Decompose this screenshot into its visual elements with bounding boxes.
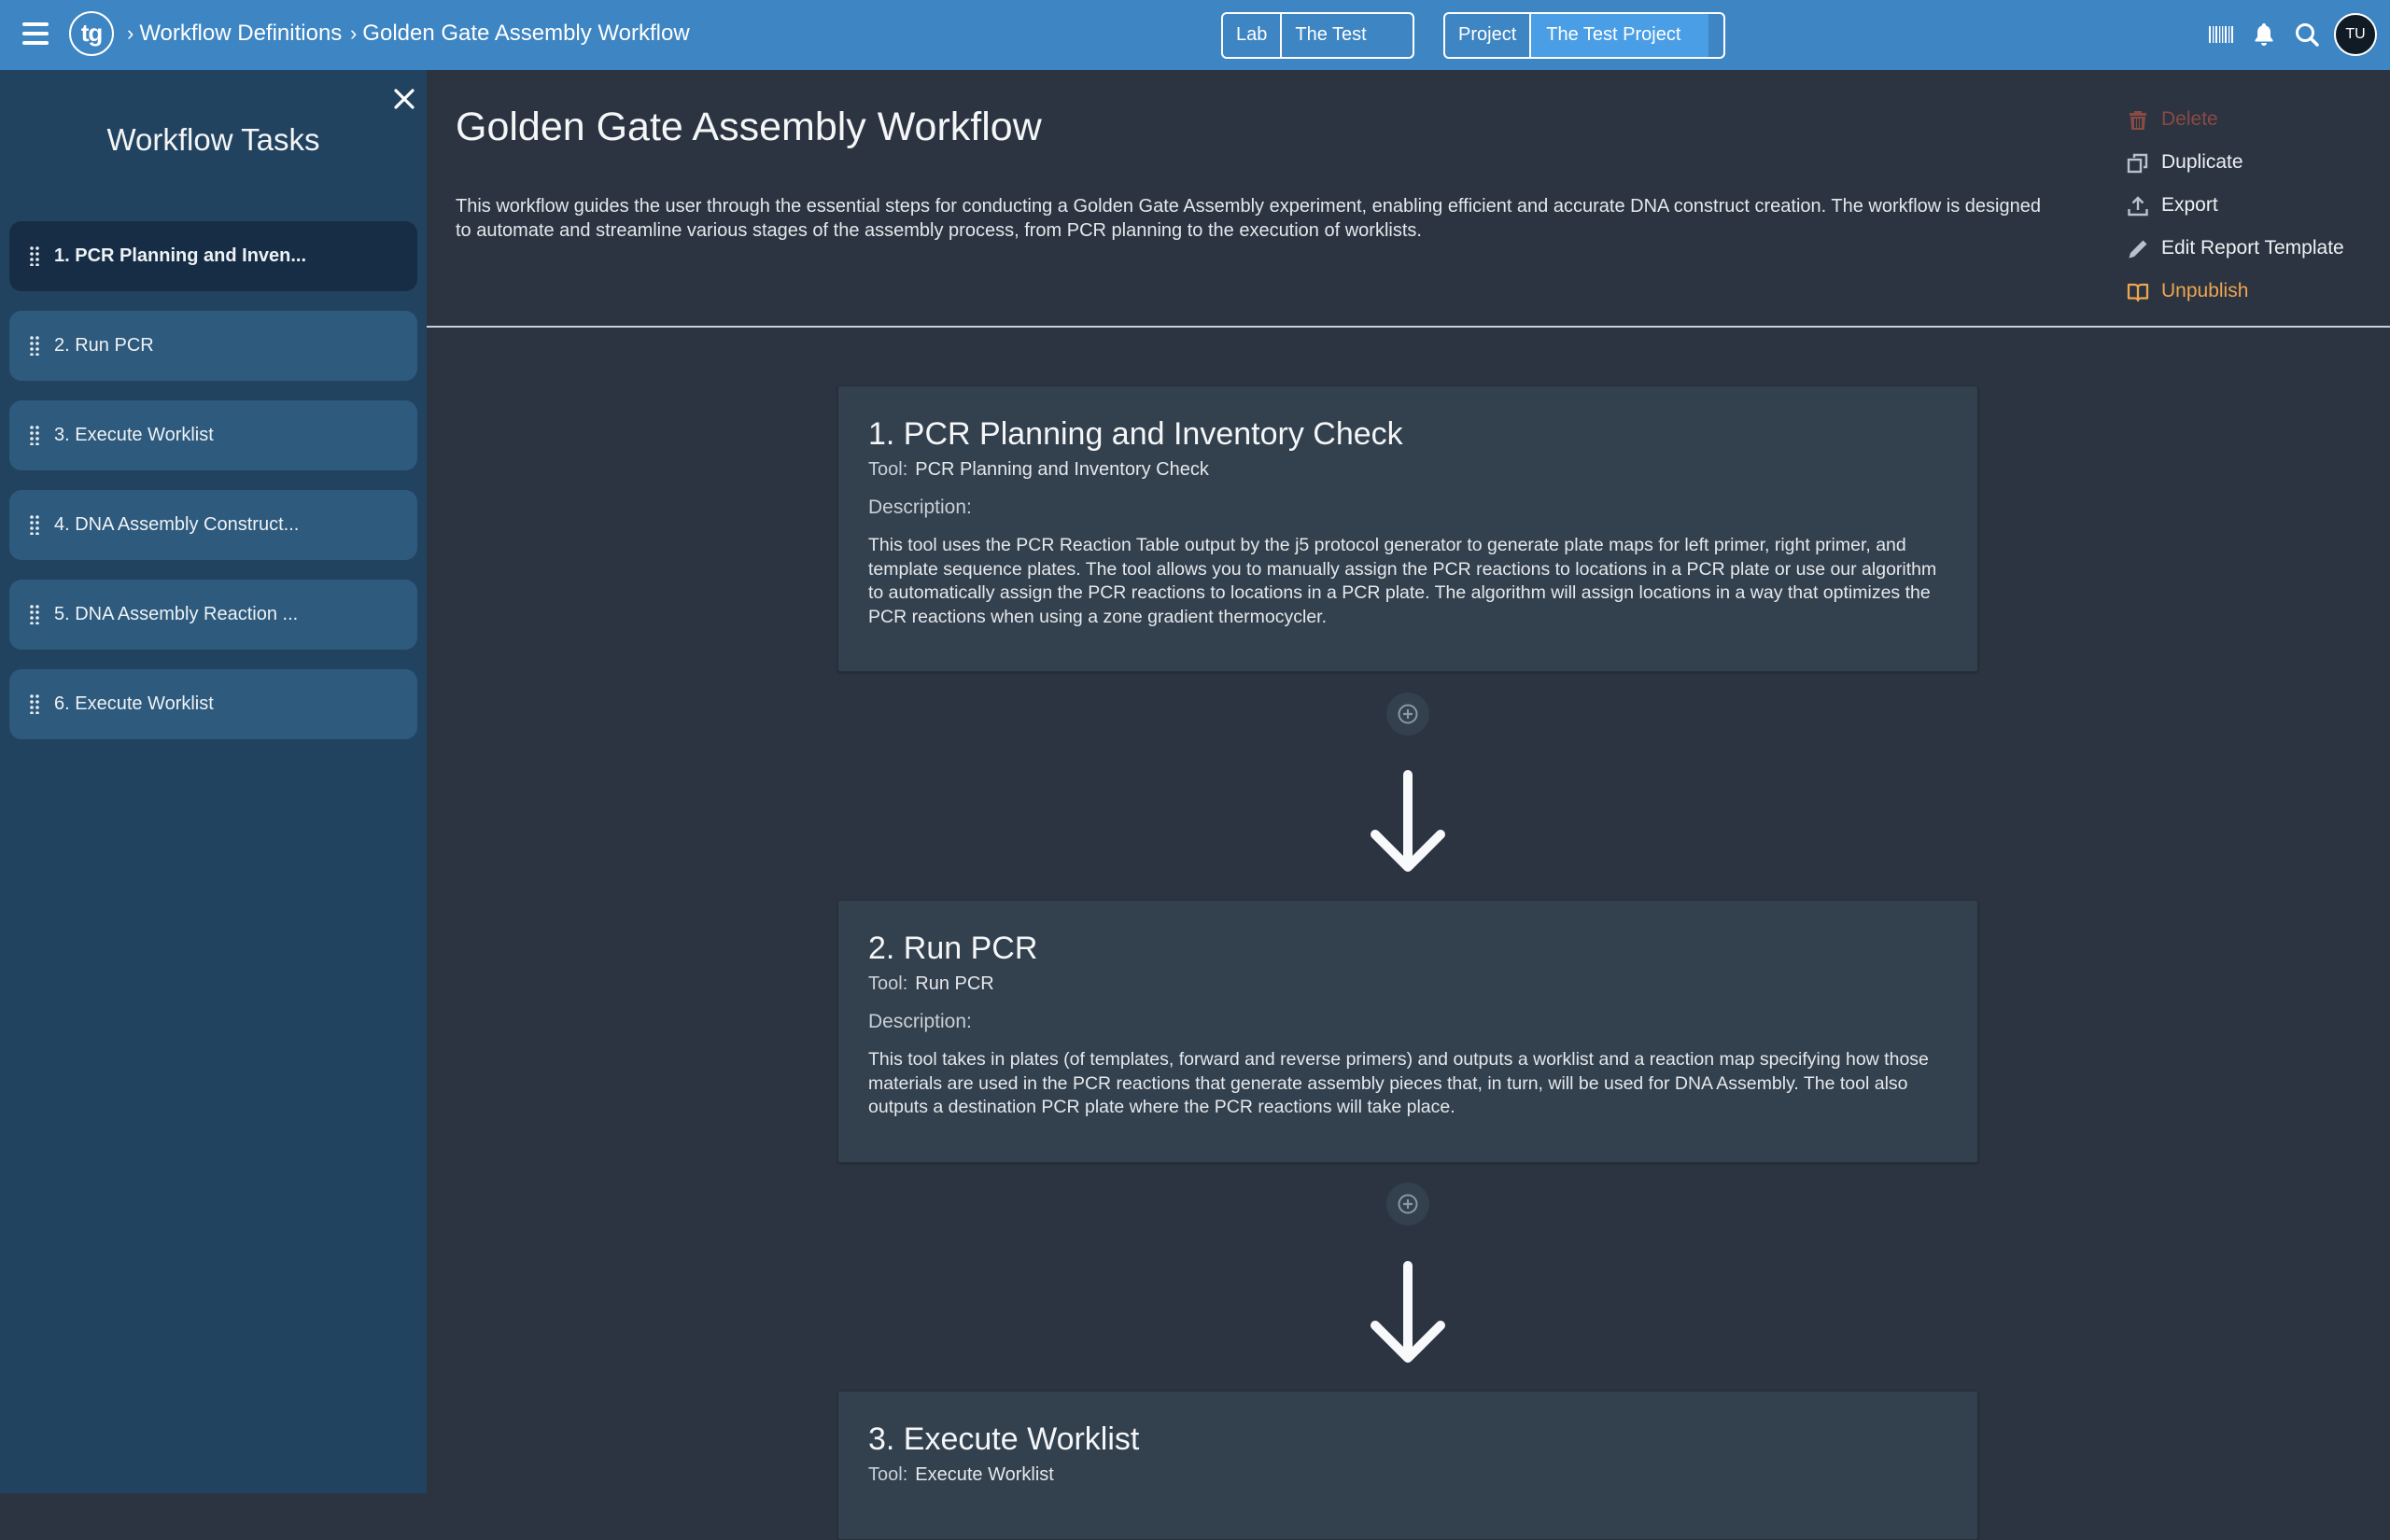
- project-selector[interactable]: Project The Test Project: [1443, 12, 1725, 59]
- drag-handle-icon[interactable]: [29, 245, 40, 266]
- header-divider: [427, 326, 2390, 328]
- bell-icon[interactable]: [2250, 21, 2278, 49]
- pencil-icon: [2129, 240, 2147, 259]
- plus-circle-icon: [1398, 1194, 1418, 1214]
- trash-icon: [2130, 111, 2146, 130]
- project-label: Project: [1445, 14, 1532, 57]
- task-label: 2. Run PCR: [54, 335, 154, 356]
- export-icon: [2128, 196, 2148, 217]
- arrow-down-icon: [1371, 1261, 1445, 1363]
- step-tool: Tool: Run PCR: [868, 973, 994, 994]
- app-logo[interactable]: tg: [69, 11, 114, 56]
- add-step-button[interactable]: [1386, 693, 1429, 735]
- task-label: 4. DNA Assembly Construct...: [54, 514, 300, 535]
- drag-handle-icon[interactable]: [29, 425, 40, 445]
- drag-handle-icon[interactable]: [29, 693, 40, 714]
- sidebar-task-3[interactable]: 3. Execute Worklist: [9, 400, 417, 470]
- description-label: Description:: [868, 497, 972, 518]
- drag-handle-icon[interactable]: [29, 514, 40, 535]
- workflow-description: This workflow guides the user through th…: [456, 196, 2041, 241]
- chevron-right-icon: ›: [127, 21, 134, 45]
- step-tool: Tool: Execute Worklist: [868, 1464, 1054, 1485]
- lab-label: Lab: [1223, 14, 1283, 57]
- step-title: 3. Execute Worklist: [868, 1421, 1140, 1457]
- arrow-down-icon: [1371, 770, 1445, 872]
- user-avatar[interactable]: TU: [2334, 13, 2377, 56]
- workflow-tasks-sidebar: Workflow Tasks 1. PCR Planning and Inven…: [0, 70, 427, 1493]
- drag-handle-icon[interactable]: [29, 335, 40, 356]
- sidebar-title: Workflow Tasks: [106, 122, 320, 157]
- sidebar-task-6[interactable]: 6. Execute Worklist: [9, 669, 417, 739]
- lab-selector[interactable]: Lab The Test Lab: [1221, 12, 1414, 59]
- plus-circle-icon: [1398, 704, 1418, 724]
- breadcrumb: › Workflow Definitions › Golden Gate Assem…: [125, 0, 690, 67]
- top-navbar: tg › Workflow Definitions › Golden Gate As…: [0, 0, 2390, 70]
- sidebar-task-2[interactable]: 2. Run PCR: [9, 311, 417, 381]
- step-description: This tool takes in plates (of templates,…: [868, 1049, 1929, 1117]
- task-label: 3. Execute Worklist: [54, 425, 214, 445]
- page-title: Golden Gate Assembly Workflow: [456, 105, 1042, 149]
- book-icon: [2127, 283, 2149, 302]
- step-description: This tool uses the PCR Reaction Table ou…: [868, 535, 1937, 627]
- hamburger-icon[interactable]: [22, 22, 49, 45]
- search-icon[interactable]: [2293, 21, 2321, 49]
- project-value[interactable]: The Test Project: [1531, 14, 1709, 57]
- sidebar-task-4[interactable]: 4. DNA Assembly Construct...: [9, 490, 417, 560]
- duplicate-icon: [2127, 153, 2148, 174]
- breadcrumb-workflow-definitions[interactable]: Workflow Definitions: [139, 21, 342, 46]
- task-label: 6. Execute Worklist: [54, 693, 214, 714]
- sidebar-task-1[interactable]: 1. PCR Planning and Inven...: [9, 221, 417, 291]
- description-label: Description:: [868, 1011, 972, 1032]
- step-title: 1. PCR Planning and Inventory Check: [868, 416, 1403, 452]
- barcode-icon[interactable]: [2207, 21, 2235, 49]
- step-card-3[interactable]: 3. Execute Worklist Tool: Execute Worklis…: [837, 1391, 1978, 1540]
- step-card-2[interactable]: 2. Run PCR Tool: Run PCR Description: Thi…: [837, 900, 1978, 1163]
- add-step-button[interactable]: [1386, 1183, 1429, 1225]
- lab-value[interactable]: The Test Lab: [1282, 14, 1413, 57]
- drag-handle-icon[interactable]: [29, 604, 40, 624]
- step-card-1[interactable]: 1. PCR Planning and Inventory Check Tool…: [837, 385, 1978, 672]
- task-label: 1. PCR Planning and Inven...: [54, 245, 307, 266]
- step-title: 2. Run PCR: [868, 931, 1038, 966]
- task-label: 5. DNA Assembly Reaction ...: [54, 604, 299, 624]
- chevron-right-icon: ›: [349, 21, 358, 45]
- sidebar-task-5[interactable]: 5. DNA Assembly Reaction ...: [9, 580, 417, 650]
- step-tool: Tool: PCR Planning and Inventory Check: [868, 459, 1209, 480]
- close-icon[interactable]: [390, 85, 418, 113]
- breadcrumb-current[interactable]: Golden Gate Assembly Workflow: [362, 21, 689, 46]
